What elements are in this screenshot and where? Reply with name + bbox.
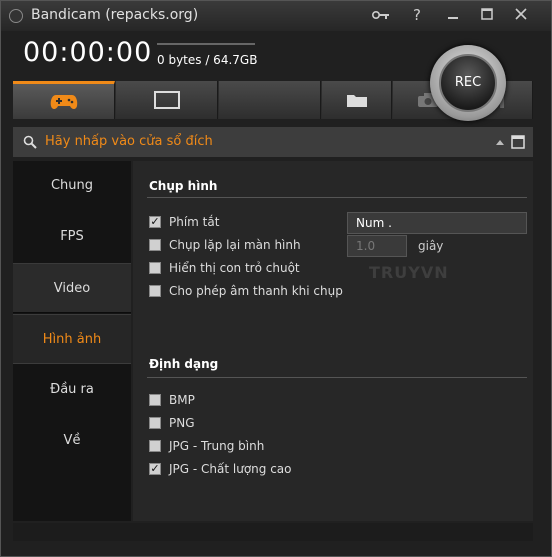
rec-button[interactable]: REC bbox=[430, 45, 506, 121]
format-label: BMP bbox=[169, 393, 195, 407]
search-icon bbox=[23, 135, 37, 149]
hotkey-field[interactable]: Num . bbox=[347, 212, 527, 234]
file-size-text: 0 bytes / 64.7GB bbox=[157, 53, 258, 67]
help-icon[interactable]: ? bbox=[405, 4, 429, 26]
cursor-checkbox[interactable] bbox=[149, 262, 161, 274]
bmp-checkbox[interactable] bbox=[149, 394, 161, 406]
open-folder-button[interactable] bbox=[322, 81, 392, 119]
divider bbox=[147, 197, 527, 198]
screen-rectangle-icon bbox=[153, 91, 180, 109]
gamepad-icon bbox=[50, 94, 77, 109]
bottom-bar bbox=[13, 523, 533, 541]
capture-section-title: Chụp hình bbox=[149, 179, 218, 193]
sidebar-item-fps[interactable]: FPS bbox=[13, 212, 131, 262]
minimize-icon[interactable] bbox=[441, 4, 465, 26]
title-bar[interactable]: Bandicam (repacks.org) ? bbox=[1, 1, 551, 31]
recording-timer: 00:00:00 bbox=[23, 37, 153, 68]
divider bbox=[147, 377, 527, 378]
repeat-label: Chụp lặp lại màn hình bbox=[169, 238, 301, 252]
hotkey-checkbox[interactable]: ✓ bbox=[149, 216, 161, 228]
game-mode-tab[interactable] bbox=[13, 81, 115, 119]
screen-mode-tab[interactable] bbox=[116, 81, 218, 119]
restore-icon[interactable] bbox=[475, 4, 499, 26]
key-icon[interactable] bbox=[369, 4, 393, 26]
sidebar-item-image[interactable]: Hình ảnh bbox=[13, 314, 131, 364]
format-label: JPG - Chất lượng cao bbox=[169, 462, 292, 476]
watermark-logo: TRUYVN bbox=[369, 263, 449, 282]
sidebar-item-general[interactable]: Chung bbox=[13, 161, 131, 211]
cursor-label: Hiển thị con trỏ chuột bbox=[169, 261, 300, 275]
rec-label: REC bbox=[439, 54, 497, 112]
blank-tab[interactable] bbox=[219, 81, 321, 119]
format-label: PNG bbox=[169, 416, 195, 430]
jpg-high-checkbox[interactable]: ✓ bbox=[149, 463, 161, 475]
repeat-interval-field[interactable]: 1.0 bbox=[347, 235, 407, 257]
format-label: JPG - Trung bình bbox=[169, 439, 265, 453]
window-mode-icon[interactable] bbox=[511, 135, 525, 149]
sidebar-item-output[interactable]: Đầu ra bbox=[13, 365, 131, 415]
sound-checkbox[interactable] bbox=[149, 285, 161, 297]
app-icon bbox=[9, 9, 23, 23]
sound-label: Cho phép âm thanh khi chụp bbox=[169, 284, 343, 298]
sidebar-item-video[interactable]: Video bbox=[13, 263, 131, 313]
format-section-title: Định dạng bbox=[149, 357, 219, 371]
image-settings-panel: Chụp hình ✓ Phím tắt Num . Chụp lặp lại … bbox=[133, 161, 533, 521]
hotkey-label: Phím tắt bbox=[169, 215, 220, 229]
close-icon[interactable] bbox=[509, 4, 533, 26]
settings-sidebar: Chung FPS Video Hình ảnh Đầu ra Về bbox=[13, 161, 131, 521]
sidebar-item-about[interactable]: Về bbox=[13, 416, 131, 466]
target-window-bar[interactable]: Hãy nhấp vào cửa sổ đích bbox=[13, 127, 533, 157]
window-title: Bandicam (repacks.org) bbox=[31, 7, 199, 23]
target-window-hint: Hãy nhấp vào cửa sổ đích bbox=[45, 134, 213, 149]
folder-icon bbox=[346, 95, 367, 107]
size-bar bbox=[157, 43, 255, 45]
collapse-arrow-icon[interactable] bbox=[495, 138, 505, 146]
repeat-checkbox[interactable] bbox=[149, 239, 161, 251]
repeat-interval-unit: giây bbox=[418, 239, 444, 253]
jpg-medium-checkbox[interactable] bbox=[149, 440, 161, 452]
png-checkbox[interactable] bbox=[149, 417, 161, 429]
bandicam-window: Bandicam (repacks.org) ? 00:00:00 0 byte… bbox=[0, 0, 552, 557]
